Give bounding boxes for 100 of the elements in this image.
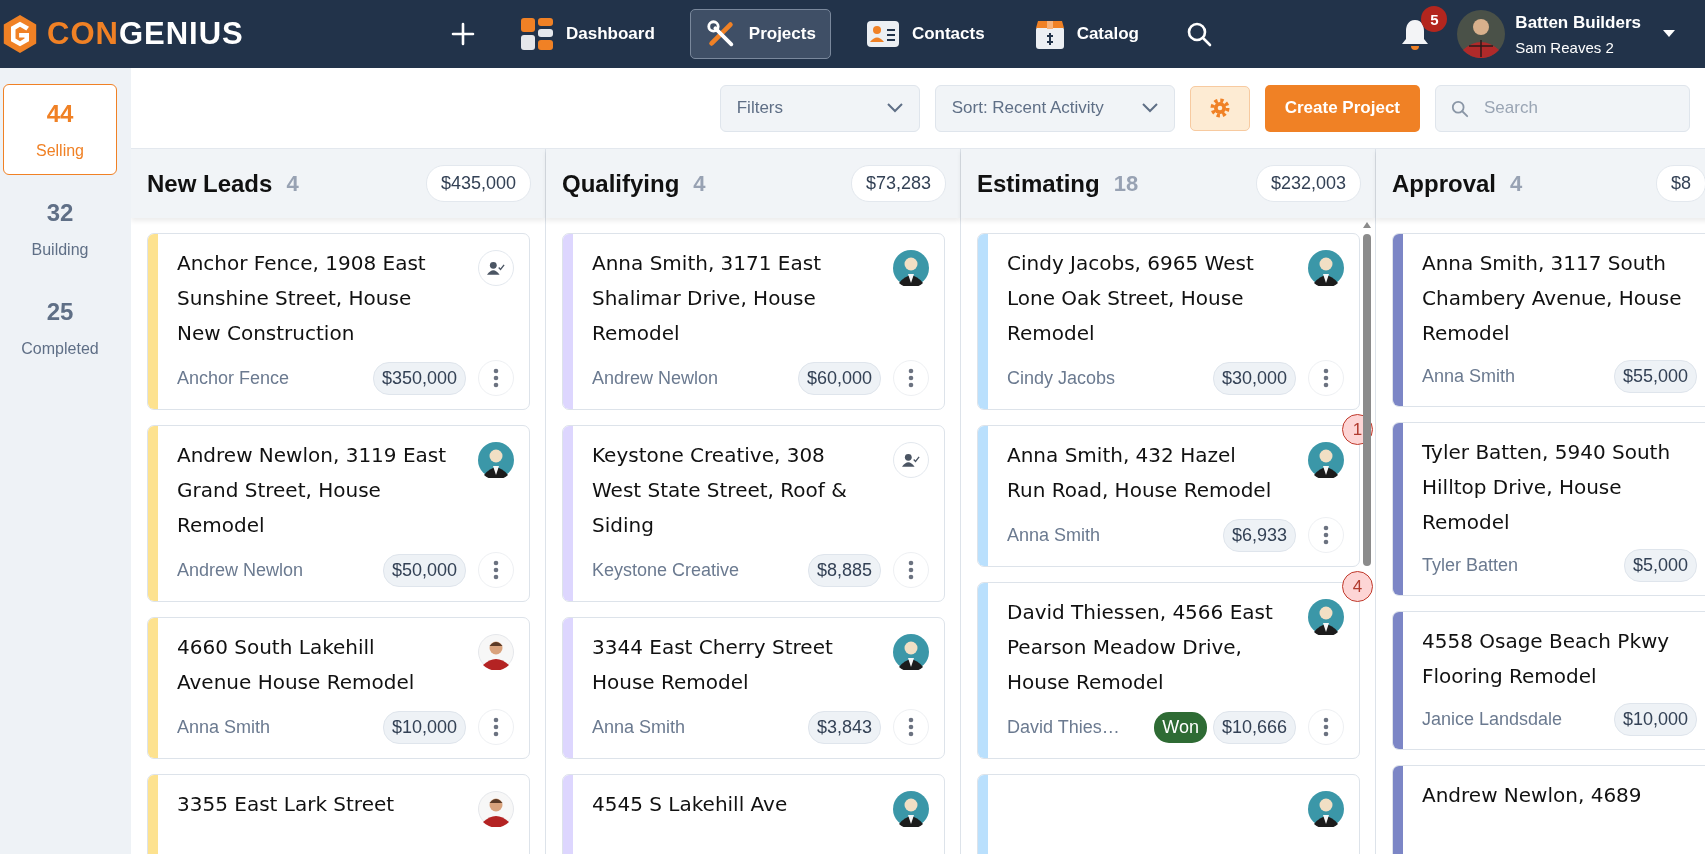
more-vertical-icon (908, 560, 914, 580)
sort-dropdown[interactable]: Sort: Recent Activity (934, 84, 1175, 132)
stage-label: Building (31, 241, 89, 259)
more-button[interactable] (893, 709, 929, 745)
client-name: David Thies… (1007, 716, 1121, 738)
amount-pill: $10,666 (1212, 710, 1296, 744)
more-button[interactable] (893, 552, 929, 588)
stage-tab[interactable]: 32 Building (3, 183, 117, 274)
client-name: Andrew Newlon (592, 367, 720, 389)
chevron-down-icon (886, 103, 903, 113)
nav-tab[interactable]: Projects (689, 9, 831, 59)
chevron-down-icon (1141, 103, 1158, 113)
project-title: Keystone Creative, 308 West State Street, Roof & Siding (592, 442, 848, 539)
more-vertical-icon (1323, 525, 1329, 545)
client-name: Janice Landsdale (1422, 709, 1564, 730)
amount-pill: $8,885 (807, 553, 881, 587)
project-card[interactable]: Tyler Batten, 5940 South Hilltop Drive, House Remodel Tyler Batten $5,000 (1392, 422, 1705, 596)
avatar (478, 791, 514, 827)
assign-button[interactable] (478, 250, 514, 286)
avatar (1308, 599, 1344, 635)
column-count: 4 (693, 170, 706, 197)
user-check-icon (487, 260, 505, 276)
project-card[interactable]: 4545 S Lakehill Ave (562, 774, 945, 854)
alert-badge: 4 (1342, 571, 1373, 602)
amount-pill: $3,843 (807, 710, 881, 744)
project-card[interactable]: 3355 East Lark Street (147, 774, 530, 854)
column-total: $232,003 (1255, 165, 1361, 202)
column-count: 4 (286, 170, 299, 197)
client-name: Anna Smith (1422, 366, 1517, 387)
project-card[interactable]: 4558 Osage Beach Pkwy Flooring Remodel Janice Landsdale $10,000 (1392, 611, 1705, 750)
client-name: Anna Smith (1007, 524, 1102, 546)
assign-button[interactable] (893, 442, 929, 478)
search-icon (1185, 21, 1212, 47)
stage-count: 32 (46, 199, 74, 227)
project-card[interactable]: 3344 East Cherry Street House Remodel Anna Smith $3,843 (562, 617, 945, 759)
project-card[interactable]: Andrew Newlon, 4689 (1392, 765, 1705, 854)
stage-label: Completed (21, 340, 99, 358)
more-vertical-icon (493, 368, 499, 388)
column-title: Estimating (977, 169, 1100, 198)
project-card[interactable]: Anna Smith, 3171 East Shalimar Drive, House Remodel Andrew Newlon $60,000 (562, 233, 945, 410)
client-name: Cindy Jacobs (1007, 367, 1117, 389)
project-card[interactable]: Anna Smith, 3117 South Chambery Avenue, House Remodel Anna Smith $55,000 (1392, 233, 1705, 407)
more-button[interactable] (1308, 360, 1344, 396)
more-button[interactable] (478, 360, 514, 396)
more-button[interactable] (478, 552, 514, 588)
user-check-icon (902, 452, 920, 468)
client-name: Anna Smith (177, 716, 272, 738)
project-title: Anna Smith, 3117 South Chambery Avenue, House Remodel (1422, 250, 1683, 347)
project-title: Tyler Batten, 5940 South Hilltop Drive, House Remodel (1422, 439, 1672, 536)
more-button[interactable] (478, 709, 514, 745)
more-button[interactable] (893, 360, 929, 396)
nav-tab[interactable]: Contacts (850, 11, 1000, 57)
column-count: 4 (1510, 170, 1523, 197)
project-title: 4660 South Lakehill Avenue House Remodel (177, 634, 416, 696)
avatar (1308, 442, 1344, 478)
contact-card-icon (865, 20, 900, 48)
more-vertical-icon (908, 368, 914, 388)
bell-icon (1401, 18, 1430, 50)
user-name: Sam Reaves 2 (1515, 38, 1615, 56)
column-title: Qualifying (562, 169, 680, 198)
notification-badge: 5 (1421, 6, 1448, 32)
project-title: Anna Smith, 3171 East Shalimar Drive, House Remodel (592, 250, 823, 347)
amount-pill: $30,000 (1212, 361, 1296, 395)
nav-tab[interactable]: Catalog (1019, 9, 1154, 59)
more-button[interactable] (1308, 517, 1344, 553)
settings-button[interactable] (1189, 85, 1250, 131)
avatar (478, 442, 514, 478)
box-icon (1034, 18, 1065, 50)
project-title: Andrew Newlon, 4689 (1422, 782, 1643, 809)
stage-label: Selling (36, 142, 84, 160)
avatar (478, 634, 514, 670)
project-card[interactable]: Anchor Fence, 1908 East Sunshine Street, House New Construction Anchor Fence $350,000 (147, 233, 530, 410)
dashboard-icon (520, 17, 554, 51)
search-field[interactable]: Search (1435, 84, 1690, 132)
amount-pill: $10,000 (1613, 703, 1697, 736)
project-card[interactable]: Keystone Creative, 308 West State Street, Roof & Siding Keystone Creative $8,885 (562, 425, 945, 602)
more-vertical-icon (908, 717, 914, 737)
amount-pill: $60,000 (797, 361, 881, 395)
more-button[interactable] (1308, 709, 1344, 745)
column-title: Approval (1392, 169, 1496, 198)
project-title: 3355 East Lark Street (177, 791, 396, 818)
project-card[interactable]: Cindy Jacobs, 6965 West Lone Oak Street, House Remodel Cindy Jacobs $30,000 (977, 233, 1360, 410)
more-vertical-icon (1323, 717, 1329, 737)
project-card[interactable]: Andrew Newlon, 3119 East Grand Street, House Remodel Andrew Newlon $50,000 (147, 425, 530, 602)
amount-pill: $55,000 (1613, 360, 1697, 393)
project-title: 3344 East Cherry Street House Remodel (592, 634, 834, 696)
filters-dropdown[interactable]: Filters (719, 84, 920, 132)
column-total: $435,000 (425, 165, 531, 202)
project-card[interactable]: 4660 South Lakehill Avenue House Remodel Anna Smith $10,000 (147, 617, 530, 759)
stage-count: 44 (46, 100, 74, 128)
avatar (893, 634, 929, 670)
avatar (1457, 10, 1506, 58)
stage-tab[interactable]: 25 Completed (3, 282, 117, 373)
logo-text: CONGENIUS (47, 16, 244, 52)
nav-tab[interactable]: Dashboard (505, 8, 670, 60)
avatar (1308, 791, 1344, 827)
client-name: Tyler Batten (1422, 555, 1520, 576)
client-name: Anna Smith (592, 716, 687, 738)
search-icon (1451, 99, 1469, 118)
client-name: Keystone Creative (592, 559, 741, 581)
